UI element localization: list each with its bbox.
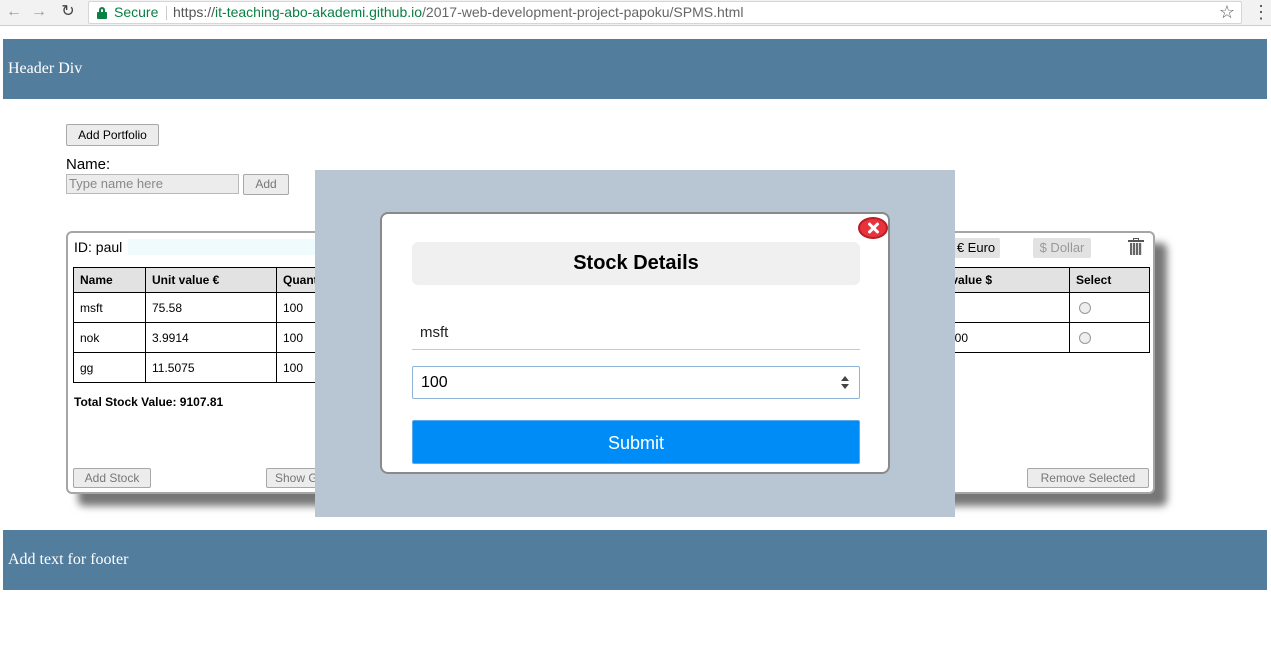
column-header: Select [1069, 267, 1150, 293]
browser-toolbar: ← → ↻ Secure https://it-teaching-abo-aka… [0, 0, 1271, 26]
portfolio-name-input[interactable]: Type name here [66, 174, 239, 194]
stock-name-cell: gg [73, 352, 146, 383]
table-row: msft 75.58 100 [73, 292, 337, 323]
forward-arrow-icon[interactable]: → [29, 2, 49, 22]
trash-icon[interactable] [1128, 238, 1144, 256]
modal-title: Stock Details [412, 242, 860, 285]
select-radio[interactable] [1079, 302, 1091, 315]
stock-name-cell: msft [73, 292, 146, 323]
page-header: Header Div [3, 39, 1267, 99]
select-cell [1069, 322, 1150, 353]
table-row: 58 [931, 292, 1150, 323]
modal-overlay: Stock Details msft 100 Submit [315, 170, 955, 517]
stock-table-right: al value $ Select 58 52.00 [931, 267, 1150, 353]
column-header: Name [73, 267, 146, 293]
remove-selected-button[interactable]: Remove Selected [1027, 468, 1149, 488]
add-stock-button[interactable]: Add Stock [73, 468, 151, 488]
stock-name-input[interactable]: msft [412, 319, 860, 350]
address-bar[interactable]: Secure https://it-teaching-abo-akademi.g… [88, 1, 1242, 24]
page-footer: Add text for footer [3, 530, 1267, 590]
table-header-row: al value $ Select [931, 267, 1150, 293]
quantity-value: 100 [421, 374, 448, 391]
close-icon[interactable] [858, 217, 888, 239]
id-highlight [128, 239, 318, 255]
url-host: it-teaching-abo-akademi.github.io [215, 4, 423, 20]
reload-icon[interactable]: ↻ [58, 2, 78, 22]
column-header: Unit value € [145, 267, 277, 293]
address-separator [166, 6, 167, 20]
table-header-row: Name Unit value € Quant [73, 267, 337, 293]
select-radio[interactable] [1079, 332, 1091, 345]
euro-currency-button[interactable]: € Euro [952, 238, 1000, 258]
url-text: https://it-teaching-abo-akademi.github.i… [173, 4, 744, 20]
unit-value-cell: 75.58 [145, 292, 277, 323]
secure-label: Secure [114, 4, 159, 20]
portfolio-id: ID: paul [74, 239, 123, 255]
table-row: gg 11.5075 100 [73, 352, 337, 383]
add-name-button[interactable]: Add [243, 174, 289, 195]
stock-table: Name Unit value € Quant msft 75.58 100 n… [73, 267, 337, 383]
select-cell [1069, 292, 1150, 323]
quantity-input[interactable]: 100 [412, 366, 860, 399]
unit-value-cell: 3.9914 [145, 322, 277, 353]
dollar-currency-button[interactable]: $ Dollar [1033, 238, 1091, 258]
stock-details-modal: Stock Details msft 100 Submit [380, 212, 890, 474]
table-row: 52.00 [931, 322, 1150, 353]
name-label: Name: [66, 156, 111, 173]
browser-menu-icon[interactable]: ⋮ [1252, 2, 1270, 22]
table-row: nok 3.9914 100 [73, 322, 337, 353]
add-portfolio-button[interactable]: Add Portfolio [66, 124, 159, 146]
submit-button[interactable]: Submit [412, 420, 860, 464]
stock-name-cell: nok [73, 322, 146, 353]
lock-icon [97, 7, 107, 19]
back-arrow-icon[interactable]: ← [4, 2, 24, 22]
bookmark-star-icon[interactable]: ☆ [1219, 2, 1235, 23]
url-path: /2017-web-development-project-papoku/SPM… [422, 4, 744, 20]
total-stock-value: Total Stock Value: 9107.81 [74, 395, 224, 409]
quantity-stepper-icon[interactable] [841, 376, 849, 390]
unit-value-cell: 11.5075 [145, 352, 277, 383]
